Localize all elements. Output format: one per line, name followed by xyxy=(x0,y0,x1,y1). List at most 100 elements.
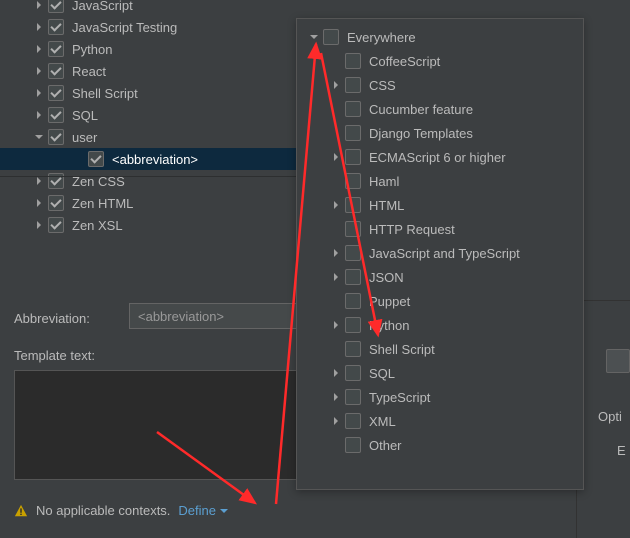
context-item-ecmascript-6-or-higher[interactable]: ECMAScript 6 or higher xyxy=(297,145,583,169)
checkbox[interactable] xyxy=(345,221,361,237)
checkbox[interactable] xyxy=(345,437,361,453)
context-item-label: Puppet xyxy=(369,294,410,309)
context-item-http-request[interactable]: HTTP Request xyxy=(297,217,583,241)
checkbox[interactable] xyxy=(345,293,361,309)
tree-item-label: <abbreviation> xyxy=(112,152,198,167)
side-button[interactable] xyxy=(606,349,630,373)
context-item-label: HTTP Request xyxy=(369,222,455,237)
chevron-down-icon[interactable] xyxy=(305,28,323,46)
template-text-editor[interactable] xyxy=(14,370,316,480)
checkbox[interactable] xyxy=(88,151,104,167)
chevron-right-icon[interactable] xyxy=(327,316,345,334)
context-item-label: XML xyxy=(369,414,396,429)
context-item-haml[interactable]: Haml xyxy=(297,169,583,193)
tree-item--abbreviation-[interactable]: <abbreviation> xyxy=(0,148,300,170)
context-item-html[interactable]: HTML xyxy=(297,193,583,217)
checkbox[interactable] xyxy=(345,365,361,381)
tree-item-shell-script[interactable]: Shell Script xyxy=(0,82,300,104)
context-item-label: Shell Script xyxy=(369,342,435,357)
context-item-other[interactable]: Other xyxy=(297,433,583,457)
context-item-shell-script[interactable]: Shell Script xyxy=(297,337,583,361)
tree-item-label: user xyxy=(72,130,97,145)
context-item-typescript[interactable]: TypeScript xyxy=(297,385,583,409)
chevron-right-icon[interactable] xyxy=(327,268,345,286)
context-popup[interactable]: Everywhere CoffeeScript CSS Cucumber featur… xyxy=(296,18,584,490)
tree-item-javascript-testing[interactable]: JavaScript Testing xyxy=(0,16,300,38)
chevron-down-icon[interactable] xyxy=(30,128,48,146)
chevron-right-icon[interactable] xyxy=(30,84,48,102)
context-item-json[interactable]: JSON xyxy=(297,265,583,289)
context-item-label: Cucumber feature xyxy=(369,102,473,117)
checkbox[interactable] xyxy=(345,173,361,189)
checkbox[interactable] xyxy=(345,77,361,93)
checkbox[interactable] xyxy=(345,53,361,69)
checkbox[interactable] xyxy=(345,413,361,429)
tree-item-zen-css[interactable]: Zen CSS xyxy=(0,170,300,192)
tree-item-javascript[interactable]: JavaScript xyxy=(0,0,300,16)
context-item-django-templates[interactable]: Django Templates xyxy=(297,121,583,145)
context-item-label: Other xyxy=(369,438,402,453)
checkbox[interactable] xyxy=(345,341,361,357)
checkbox[interactable] xyxy=(345,101,361,117)
checkbox[interactable] xyxy=(345,317,361,333)
chevron-right-icon[interactable] xyxy=(30,0,48,14)
chevron-right-icon[interactable] xyxy=(30,216,48,234)
chevron-right-icon[interactable] xyxy=(30,172,48,190)
chevron-right-icon[interactable] xyxy=(327,196,345,214)
context-item-puppet[interactable]: Puppet xyxy=(297,289,583,313)
checkbox[interactable] xyxy=(345,245,361,261)
tree-item-sql[interactable]: SQL xyxy=(0,104,300,126)
define-link[interactable]: Define xyxy=(178,503,228,518)
checkbox[interactable] xyxy=(345,149,361,165)
chevron-right-icon[interactable] xyxy=(327,412,345,430)
chevron-right-icon[interactable] xyxy=(327,388,345,406)
checkbox[interactable] xyxy=(48,41,64,57)
tree-item-user[interactable]: user xyxy=(0,126,300,148)
tree-item-label: JavaScript xyxy=(72,0,133,13)
checkbox[interactable] xyxy=(48,217,64,233)
context-item-python[interactable]: Python xyxy=(297,313,583,337)
tree-item-react[interactable]: React xyxy=(0,60,300,82)
checkbox[interactable] xyxy=(345,125,361,141)
context-item-label: SQL xyxy=(369,366,395,381)
tree-item-label: Shell Script xyxy=(72,86,138,101)
context-item-css[interactable]: CSS xyxy=(297,73,583,97)
chevron-right-icon[interactable] xyxy=(327,76,345,94)
chevron-right-icon[interactable] xyxy=(327,148,345,166)
context-item-label: Everywhere xyxy=(347,30,416,45)
options-label-stub: Opti xyxy=(598,409,622,424)
checkbox[interactable] xyxy=(48,107,64,123)
checkbox[interactable] xyxy=(48,195,64,211)
context-item-label: CoffeeScript xyxy=(369,54,440,69)
context-item-sql[interactable]: SQL xyxy=(297,361,583,385)
chevron-right-icon[interactable] xyxy=(30,62,48,80)
chevron-right-icon[interactable] xyxy=(30,18,48,36)
context-item-coffeescript[interactable]: CoffeeScript xyxy=(297,49,583,73)
checkbox[interactable] xyxy=(345,389,361,405)
tree-item-label: Zen XSL xyxy=(72,218,123,233)
chevron-right-icon[interactable] xyxy=(30,194,48,212)
context-item-everywhere[interactable]: Everywhere xyxy=(297,25,583,49)
checkbox[interactable] xyxy=(323,29,339,45)
context-item-label: HTML xyxy=(369,198,404,213)
abbreviation-input[interactable] xyxy=(129,303,315,329)
checkbox[interactable] xyxy=(48,63,64,79)
chevron-right-icon[interactable] xyxy=(327,364,345,382)
checkbox[interactable] xyxy=(48,85,64,101)
chevron-right-icon[interactable] xyxy=(327,244,345,262)
e-label-stub: E xyxy=(617,443,626,458)
checkbox[interactable] xyxy=(48,129,64,145)
checkbox[interactable] xyxy=(345,269,361,285)
context-item-label: JSON xyxy=(369,270,404,285)
context-item-cucumber-feature[interactable]: Cucumber feature xyxy=(297,97,583,121)
chevron-right-icon[interactable] xyxy=(30,40,48,58)
context-item-xml[interactable]: XML xyxy=(297,409,583,433)
checkbox[interactable] xyxy=(48,19,64,35)
tree-item-zen-html[interactable]: Zen HTML xyxy=(0,192,300,214)
chevron-right-icon[interactable] xyxy=(30,106,48,124)
tree-item-python[interactable]: Python xyxy=(0,38,300,60)
tree-item-zen-xsl[interactable]: Zen XSL xyxy=(0,214,300,236)
checkbox[interactable] xyxy=(345,197,361,213)
context-item-javascript-and-typescript[interactable]: JavaScript and TypeScript xyxy=(297,241,583,265)
checkbox[interactable] xyxy=(48,0,64,13)
